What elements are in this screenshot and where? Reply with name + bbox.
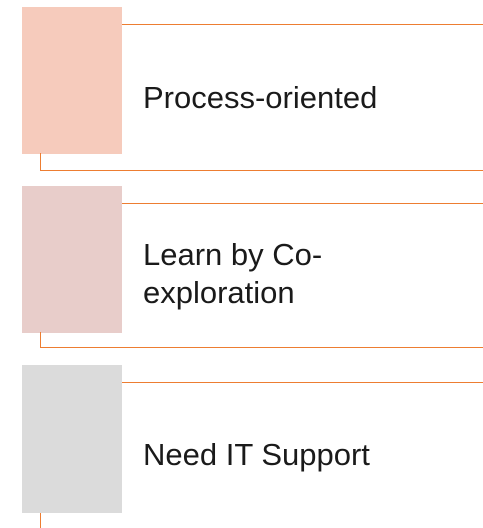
- item-label: Need IT Support: [143, 437, 370, 472]
- top-rule: [122, 382, 483, 383]
- bracket-connector: [40, 513, 41, 528]
- list-item-need-it-support: Need IT Support: [0, 0, 483, 528]
- color-block: [22, 365, 122, 513]
